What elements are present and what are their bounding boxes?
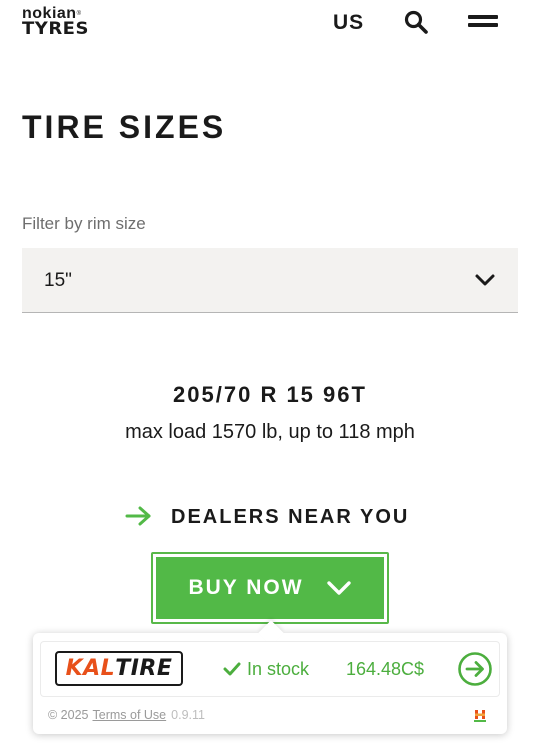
stock-status-text: In stock — [247, 659, 310, 679]
retailer-logo-kal: KAL — [65, 655, 116, 681]
arrow-right-icon — [125, 506, 151, 526]
dealers-near-you-label: DEALERS NEAR YOU — [171, 506, 410, 528]
search-icon — [404, 10, 428, 34]
retailer-popup: KAL TIRE In stock 164.48C$ © 2025 Terms of… — [33, 620, 507, 734]
tire-size-heading: 205/70 R 15 96T — [173, 382, 367, 407]
provider-logo-icon — [474, 710, 486, 722]
stock-status: In stock — [223, 657, 309, 681]
buy-now-button[interactable]: BUY NOW — [156, 557, 384, 619]
page-title: TIRE SIZES — [22, 109, 227, 145]
copyright-text: © 2025 — [48, 708, 89, 722]
chevron-down-icon — [475, 274, 495, 286]
rim-filter-label: Filter by rim size — [22, 214, 146, 233]
buy-now-button-frame: BUY NOW — [151, 552, 389, 624]
logo-wordmark-bottom: TYRES — [22, 18, 89, 39]
site-header: nokian® TYRES US — [0, 0, 540, 48]
terms-of-use-link[interactable]: Terms of Use — [93, 708, 167, 722]
retailer-price: 164.48C$ — [346, 659, 425, 679]
dealers-near-you-link[interactable]: DEALERS NEAR YOU — [124, 502, 424, 530]
rim-size-select[interactable]: 15" — [22, 248, 518, 313]
nokian-tyres-logo[interactable]: nokian® TYRES — [22, 6, 122, 40]
arrow-circle-right-icon[interactable] — [457, 651, 493, 687]
popup-footer: © 2025 Terms of Use 0.9.11 — [48, 707, 205, 723]
rim-size-selected-value: 15" — [44, 270, 72, 291]
widget-version: 0.9.11 — [171, 708, 205, 722]
check-icon — [223, 662, 241, 676]
tire-load-speed-spec: max load 1570 lb, up to 118 mph — [125, 421, 415, 443]
retailer-logo-tire: TIRE — [115, 655, 173, 681]
search-button[interactable] — [402, 8, 430, 36]
kaltire-logo: KAL TIRE — [55, 651, 183, 686]
buy-now-label: BUY NOW — [188, 576, 304, 599]
region-selector[interactable]: US — [333, 11, 364, 35]
logo-registered-mark: ® — [76, 11, 82, 17]
hamburger-menu-icon-bar — [468, 23, 498, 27]
hamburger-menu-icon-bar — [468, 15, 498, 19]
hamburger-menu-button[interactable] — [466, 12, 500, 32]
chevron-down-icon — [326, 581, 351, 595]
retailer-row[interactable]: KAL TIRE In stock 164.48C$ — [40, 641, 500, 697]
